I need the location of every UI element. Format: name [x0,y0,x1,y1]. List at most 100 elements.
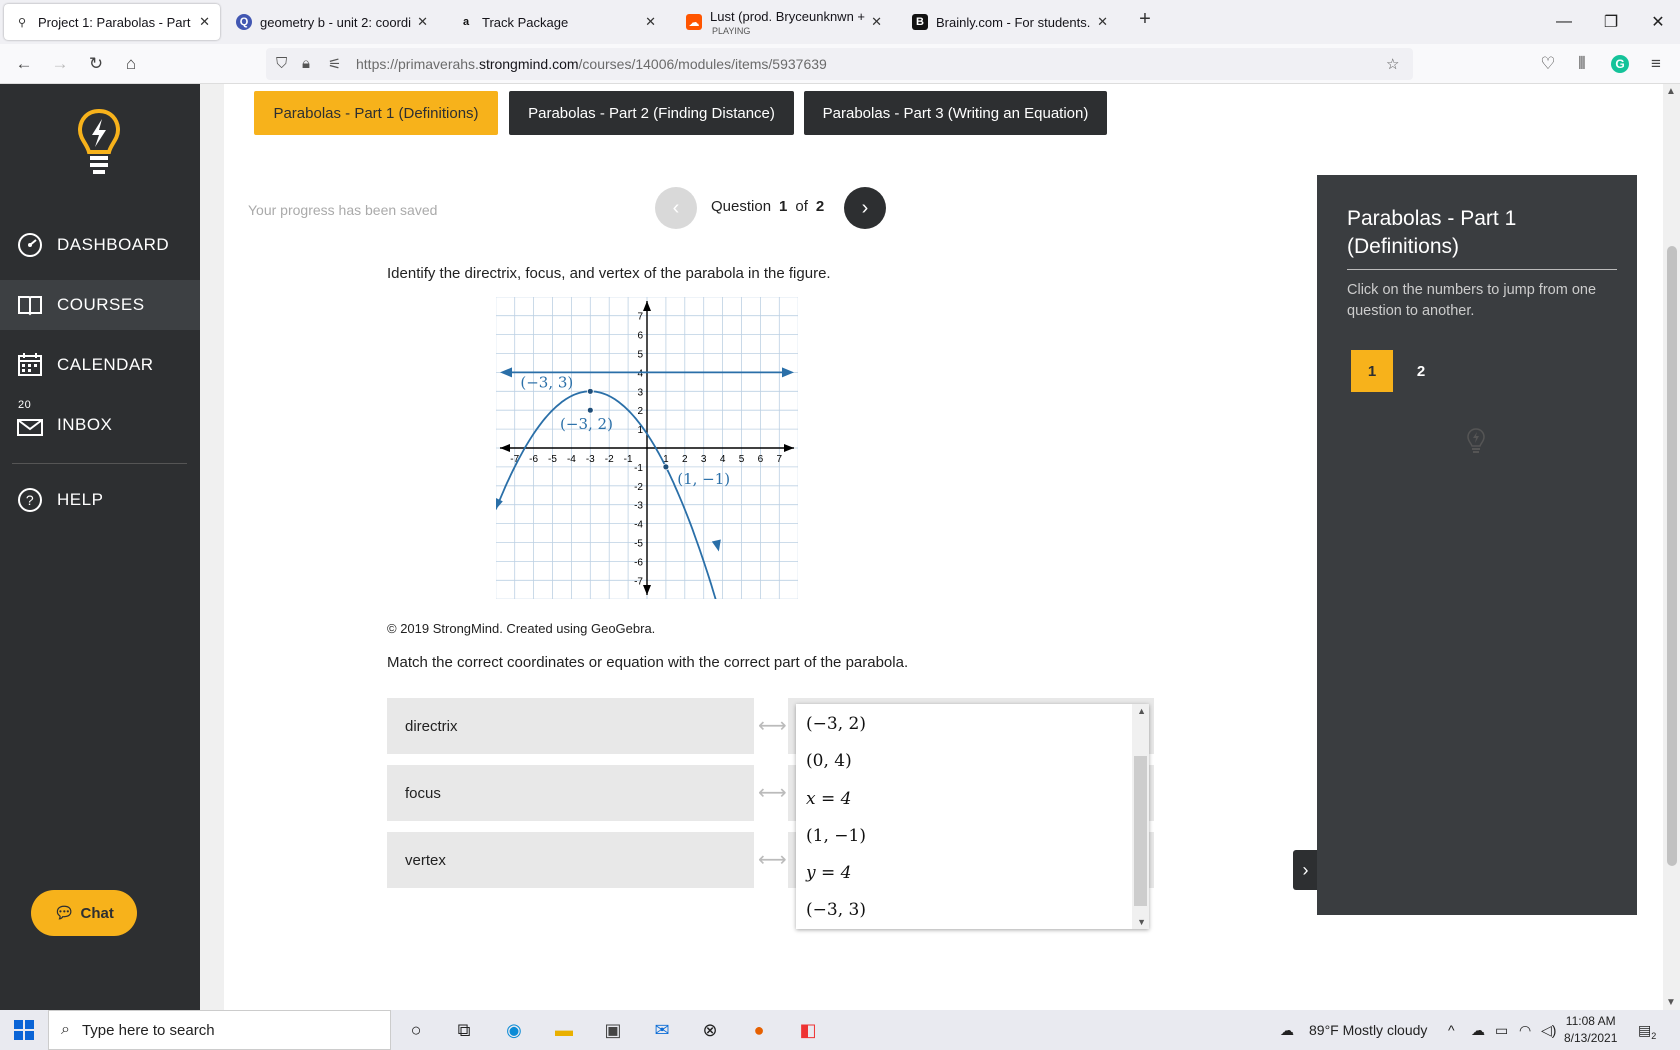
hint-bulb-icon[interactable] [1467,428,1485,454]
question-counter: Question 1 of 2 [711,198,832,215]
match-arrow-icon: ⟷ [758,782,787,804]
bulb-favicon-icon: ⚲ [17,16,27,29]
new-tab-icon[interactable]: + [1133,8,1157,31]
xbox-icon[interactable]: ⊗ [697,1018,723,1042]
section-button-part3[interactable]: Parabolas - Part 3 (Writing an Equation) [804,91,1107,135]
battery-icon[interactable]: ▭ [1495,1022,1508,1039]
weather-text[interactable]: 89°F Mostly cloudy [1309,1022,1427,1038]
match-arrow-icon: ⟷ [758,849,787,871]
shield-icon[interactable]: ⛉ [276,55,287,72]
forward-icon[interactable]: → [48,52,72,76]
cortana-icon[interactable]: ○ [403,1018,429,1042]
section-button-part2[interactable]: Parabolas - Part 2 (Finding Distance) [509,91,794,135]
match-term-vertex: vertex [387,832,754,888]
parabola-arrow [711,539,721,552]
weather-icon[interactable]: ☁ [1280,1022,1294,1039]
clock-date: 8/13/2021 [1564,1031,1618,1045]
tray-chevron-icon[interactable]: ^ [1448,1022,1455,1038]
back-icon[interactable]: ← [12,52,36,76]
close-tab-icon[interactable]: ✕ [871,14,882,30]
restore-icon[interactable]: ❐ [1597,8,1625,36]
dropdown-option[interactable]: (−3, 3) [806,900,866,920]
sidebar-item-calendar[interactable]: CALENDAR [0,340,200,390]
scroll-down-icon[interactable]: ▼ [1666,997,1676,1008]
dropdown-option[interactable]: (0, 4) [806,751,852,771]
chevron-left-icon: ‹ [672,196,680,219]
tab-title: Track Package [482,14,569,30]
taskbar-search[interactable]: ⌕ Type here to search [48,1010,391,1050]
onedrive-icon[interactable]: ☁ [1471,1022,1485,1039]
match-term-directrix: directrix [387,698,754,754]
url-path: /courses/14006/modules/items/5937639 [578,56,827,72]
question-number-2[interactable]: 2 [1400,350,1442,392]
dropdown-scroll-thumb[interactable] [1134,756,1147,906]
sidebar-item-help[interactable]: ? HELP [0,475,200,525]
library-icon[interactable]: ⫴ [1570,52,1594,76]
menu-icon[interactable]: ≡ [1644,52,1668,76]
reload-icon[interactable]: ↻ [84,52,108,76]
chat-label: Chat [80,904,114,922]
close-tab-icon[interactable]: ✕ [199,14,210,30]
office-icon[interactable]: ◧ [795,1018,821,1042]
close-tab-icon[interactable]: ✕ [1097,14,1108,30]
browser-tab-brainly[interactable]: B Brainly.com - For students. By s ✕ [902,4,1118,40]
scroll-up-icon[interactable]: ▲ [1666,86,1676,97]
sidebar-item-courses[interactable]: COURSES [0,280,200,330]
task-view-icon[interactable]: ⧉ [451,1018,477,1042]
sidebar-item-inbox[interactable]: 20 INBOX [0,399,200,450]
notifications-icon[interactable]: ▤2 [1638,1022,1656,1041]
edge-icon[interactable]: ◉ [501,1018,527,1042]
url-text: https://primaverahs.strongmind.com/cours… [356,56,827,72]
grammarly-icon[interactable]: G [1608,52,1632,76]
minimize-icon[interactable]: — [1550,8,1578,36]
firefox-icon[interactable]: ● [746,1018,772,1042]
volume-icon[interactable]: ◁) [1541,1022,1556,1039]
mail-icon: 20 [15,399,43,438]
section-button-part1[interactable]: Parabolas - Part 1 (Definitions) [254,91,498,135]
browser-tab-soundcloud[interactable]: ☁ Lust (prod. Bryceunknwn + Two PLAYING … [676,4,892,40]
answer-dropdown-list[interactable]: (−3, 2) (0, 4) x = 4 (1, −1) y = 4 (−3, … [796,704,1149,929]
chat-button[interactable]: 💬︎ Chat [31,890,137,936]
permissions-icon[interactable]: ⚟ [328,55,341,73]
notification-count: 2 [1651,1030,1657,1041]
browser-tab-amazon[interactable]: a Track Package ✕ [448,4,666,40]
y-tick-label: -2 [634,482,643,493]
browser-tab-active[interactable]: ⚲ Project 1: Parabolas - Part 2 (Fir ✕ [4,4,220,40]
dropdown-option[interactable]: (1, −1) [806,826,866,846]
close-tab-icon[interactable]: ✕ [645,14,656,30]
expand-panel-button[interactable]: › [1293,850,1318,890]
dropdown-option[interactable]: (−3, 2) [806,714,866,734]
bookmark-star-icon[interactable]: ☆ [1386,55,1399,73]
windows-start-icon[interactable] [14,1020,34,1040]
dropdown-scrollbar[interactable]: ▲ ▼ [1132,704,1149,929]
wifi-icon[interactable]: ◠ [1519,1022,1531,1039]
mail-app-icon[interactable]: ✉ [649,1018,675,1042]
browser-tab-quizlet[interactable]: Q geometry b - unit 2: coordinate ✕ [226,4,438,40]
scroll-down-icon[interactable]: ▼ [1137,917,1146,927]
question-current: 1 [779,198,788,215]
store-icon[interactable]: ▣ [600,1018,626,1042]
pocket-icon[interactable]: ♡ [1536,52,1560,76]
previous-question-button[interactable]: ‹ [655,187,697,229]
home-icon[interactable]: ⌂ [119,52,143,76]
close-tab-icon[interactable]: ✕ [417,14,428,30]
clock-time: 11:08 AM [1565,1014,1616,1028]
y-tick-label: 4 [637,368,643,379]
lock-icon[interactable]: 🔒︎ [302,55,310,72]
x-axis-arrow [784,444,794,452]
y-tick-label: -5 [634,539,643,550]
y-axis-arrow [643,585,651,595]
dropdown-option[interactable]: y = 4 [806,863,851,883]
next-question-button[interactable]: › [844,187,886,229]
page-scroll-thumb[interactable] [1667,246,1677,866]
dropdown-option[interactable]: x = 4 [806,789,851,809]
window-close-icon[interactable]: ✕ [1644,8,1672,36]
parabola-graph: -7 -6 -5 -4 -3 -2 -1 1 2 3 4 5 6 77654321-1-2-3-4-5-6… [496,297,798,599]
page-scrollbar[interactable]: ▲ ▼ [1663,84,1680,1010]
file-explorer-icon[interactable]: ▬ [551,1018,577,1042]
system-clock[interactable]: 11:08 AM 8/13/2021 [1564,1013,1617,1047]
address-bar[interactable]: ⛉ 🔒︎ ⚟ https://primaverahs.strongmind.co… [266,48,1413,80]
sidebar-item-dashboard[interactable]: DASHBOARD [0,220,200,270]
question-number-1[interactable]: 1 [1351,350,1393,392]
scroll-up-icon[interactable]: ▲ [1137,706,1146,716]
